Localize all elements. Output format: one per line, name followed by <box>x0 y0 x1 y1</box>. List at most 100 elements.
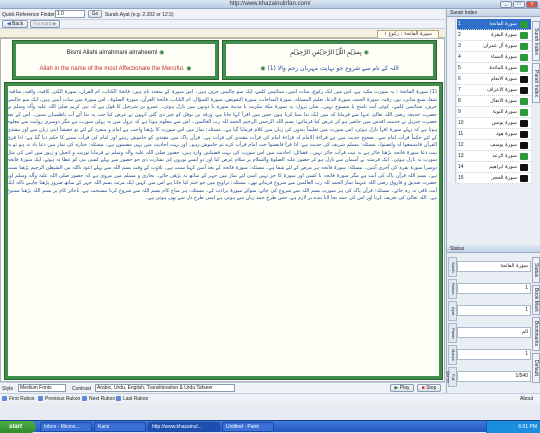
surah-list-item[interactable]: 3 سورۃ آل عمران <box>457 41 531 52</box>
surah-list-item[interactable]: 10 سورۃ یونس <box>457 118 531 129</box>
tab-status[interactable]: Status <box>532 257 540 283</box>
styles-bar: Style Medium Fonts Contrast Arabic, Urdu… <box>0 382 445 393</box>
ruku-tab-bar: سورۃ الفاتحۃ : رکوع ١ <box>0 29 445 38</box>
surah-name: سورۃ یونس <box>491 120 517 126</box>
style-select[interactable]: Medium Fonts <box>18 384 66 392</box>
status-value: 1 <box>457 305 531 316</box>
surah-number: 7 <box>458 87 461 93</box>
surah-name: سورۃ یوسف <box>490 142 517 148</box>
tab-book-mark[interactable]: Book Mark <box>532 285 540 315</box>
bismillah-transliteration: Bismi Allahi alrrahmani alrraheemi ◉ <box>16 49 215 56</box>
surah-name: سورۃ ابراھیم <box>489 164 517 170</box>
surah-list-item[interactable]: 13 سورۃ الرعد <box>457 151 531 162</box>
taskbar-item[interactable]: Kanz <box>94 422 146 432</box>
surah-name: سورۃ المائدۃ <box>489 65 517 71</box>
surah-list-item[interactable]: 12 سورۃ یوسف <box>457 140 531 151</box>
kaaba-icon <box>520 32 528 39</box>
start-button[interactable]: start <box>0 421 36 433</box>
previous-rukoo-button[interactable]: Previous Rukoo <box>38 395 80 403</box>
tab-bookmarks[interactable]: Bookmarks <box>532 317 540 351</box>
status-label: Full Qur'an <box>446 367 457 387</box>
kaaba-icon <box>520 76 528 83</box>
play-button[interactable]: ▶ Play <box>390 384 414 392</box>
surah-list-item[interactable]: 11 سورۃ ھود <box>457 129 531 140</box>
bismillah-english-text: Allah in the name of the most Affectiona… <box>39 66 185 72</box>
back-label: Back <box>12 21 24 27</box>
speaker-icon[interactable]: ◉ <box>186 66 191 72</box>
window-title-bar: http://www.khazainulirfan.com/ _ □ x <box>0 0 540 9</box>
surah-name: سورۃ الانعام <box>490 76 517 82</box>
speaker-icon[interactable]: ◉ <box>159 50 164 56</box>
previous-rukoo-label: Previous Rukoo <box>45 396 81 402</box>
surah-number: 3 <box>458 43 461 49</box>
forward-label: Forward <box>33 21 52 27</box>
surah-list-item[interactable]: 4 سورۃ النساء <box>457 52 531 63</box>
surah-number: 6 <box>458 76 461 82</box>
kaaba-icon <box>520 153 528 160</box>
surah-list-item[interactable]: 7 سورۃ الاعراف <box>457 85 531 96</box>
status-value: 1 <box>457 283 531 294</box>
go-button[interactable]: Go <box>88 10 102 18</box>
taskbar-item[interactable]: Inbox - Micros... <box>40 422 92 432</box>
surah-number: 1 <box>458 21 461 27</box>
kaaba-icon <box>520 21 528 28</box>
surah-name: سورۃ الاعراف <box>486 87 517 93</box>
surah-list-item[interactable]: 5 سورۃ المائدۃ <box>457 63 531 74</box>
next-rukoo-label: Next Rukoo <box>89 396 116 402</box>
last-rukoo-button[interactable]: Last Rukoo <box>116 395 148 403</box>
clock: 6:01 PM <box>518 424 537 430</box>
tab-surah-index[interactable]: Surah Index <box>532 21 540 61</box>
surah-number: 2 <box>458 32 461 38</box>
surah-list-item[interactable]: 2 سورۃ البقرۃ <box>457 30 531 41</box>
surah-list-item[interactable]: 1 سورۃ الفاتحۃ <box>457 19 531 30</box>
surah-list-item[interactable]: 9 سورۃ التوبۃ <box>457 107 531 118</box>
index-gutter <box>448 19 456 183</box>
taskbar-item-active[interactable]: http://www.khazainul... <box>148 422 220 432</box>
first-rukoo-button[interactable]: First Rukoo <box>2 395 35 403</box>
taskbar-item[interactable]: Untitled - Paint <box>222 422 274 432</box>
ruku-navigation-bar: First Rukoo Previous Rukoo Next Rukoo La… <box>0 393 540 403</box>
bismillah-arabic-text: بِسۡمِ اللّٰہِ الرَّحۡمٰنِ الرَّحِیۡمِ <box>290 49 362 56</box>
windows-taskbar: start Inbox - Micros... Kanz http://www.… <box>0 420 540 433</box>
last-rukoo-label: Last Rukoo <box>123 396 149 402</box>
forward-arrow-icon: ▶ <box>51 21 57 27</box>
surah-name: سورۃ الفاتحۃ <box>488 21 517 27</box>
about-button[interactable]: About <box>520 395 533 403</box>
status-label: Manzil <box>448 345 457 365</box>
status-value: 1 <box>457 349 531 360</box>
speaker-icon[interactable]: ◉ <box>260 65 265 72</box>
system-tray: 6:01 PM <box>486 421 540 433</box>
contrast-select[interactable]: Arabic, Urdu, English, Transliteration &… <box>95 384 235 392</box>
bismillah-arabic: بِسۡمِ اللّٰہِ الرَّحۡمٰنِ الرَّحِیۡمِ ◉ <box>226 49 433 56</box>
style-label: Style <box>2 386 14 392</box>
kaaba-icon <box>520 120 528 127</box>
close-button[interactable]: x <box>526 1 538 8</box>
status-label: Parah <box>448 323 457 343</box>
surah-list-item[interactable]: 14 سورۃ ابراھیم <box>457 162 531 173</box>
surah-list-item[interactable]: 8 سورۃ الانفال <box>457 96 531 107</box>
bismillah-translit-text: Bismi Allahi alrrahmani alrraheemi <box>66 50 158 56</box>
surah-number: 13 <box>458 153 464 159</box>
bismillah-urdu-text: اللہ کے نام سے شروع جو نہایت مہربان رحم … <box>267 65 399 72</box>
forward-button[interactable]: Forward ▶ <box>30 20 60 28</box>
maximize-button[interactable]: □ <box>513 1 525 8</box>
speaker-icon[interactable]: ◉ <box>364 49 369 56</box>
surah-list-item[interactable]: 15 سورۃ الحجر <box>457 173 531 184</box>
bismillah-english: Allah in the name of the most Affectiona… <box>16 65 215 72</box>
surah-index-header: Surah Index <box>447 9 540 17</box>
kaaba-icon <box>520 43 528 50</box>
surah-list-item[interactable]: 6 سورۃ الانعام <box>457 74 531 85</box>
minimize-button[interactable]: _ <box>500 1 512 8</box>
kaaba-icon <box>520 175 528 182</box>
quick-ref-input[interactable] <box>55 10 85 18</box>
next-rukoo-button[interactable]: Next Rukoo <box>82 395 115 403</box>
tab-default[interactable]: Default <box>532 353 540 383</box>
surah-name: سورۃ البقرۃ <box>490 32 517 38</box>
tab-parah-index[interactable]: Parah Index <box>532 63 540 103</box>
stop-button[interactable]: ■ Stop <box>417 384 441 392</box>
status-label: Ayat <box>448 301 457 321</box>
status-header: Status <box>447 245 540 253</box>
surah-name: سورۃ الحجر <box>491 175 517 181</box>
ruku-tab[interactable]: سورۃ الفاتحۃ : رکوع ١ <box>377 30 439 38</box>
back-button[interactable]: ◀ Back <box>2 20 28 28</box>
